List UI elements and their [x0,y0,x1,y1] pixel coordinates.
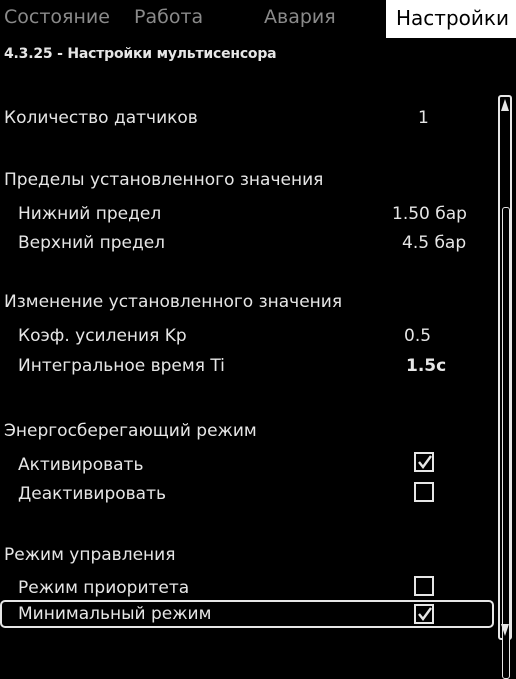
ti-value[interactable]: 1.5с [406,356,446,376]
scroll-down-arrow-icon[interactable] [501,624,509,636]
page-title: 4.3.25 - Настройки мультисенсора [4,46,277,62]
scrollbar[interactable] [498,95,512,679]
minimal-mode-row[interactable]: Минимальный режим [0,600,494,628]
upper-limit-value[interactable]: 4.5 бар [402,233,466,253]
lower-limit-value[interactable]: 1.50 бар [392,204,467,224]
setpoint-change-header: Изменение установленного значения [4,292,343,312]
scroll-thumb[interactable] [502,207,510,679]
activate-checkbox[interactable] [414,452,434,472]
setpoint-limits-header: Пределы установленного значения [4,170,324,190]
scroll-up-arrow-icon[interactable] [501,99,509,111]
tab-status[interactable]: Состояние [4,6,110,28]
upper-limit-label: Верхний предел [18,233,166,253]
activate-label: Активировать [18,455,144,475]
control-mode-header: Режим управления [4,545,176,565]
tab-operation[interactable]: Работа [134,6,203,28]
priority-mode-label: Режим приоритета [18,578,190,598]
tab-alarm[interactable]: Авария [264,6,336,28]
tab-settings[interactable]: Настройки [386,0,516,38]
sensor-count-label: Количество датчиков [4,108,198,128]
sensor-count-value[interactable]: 1 [418,108,429,128]
ti-label: Интегральное время Ti [18,356,225,376]
lower-limit-label: Нижний предел [18,204,162,224]
minimal-mode-checkbox[interactable] [414,604,434,624]
checkmark-icon [418,455,432,469]
priority-mode-checkbox[interactable] [414,576,434,596]
kp-value[interactable]: 0.5 [404,326,431,346]
deactivate-label: Деактивировать [18,484,166,504]
minimal-mode-label: Минимальный режим [18,604,212,624]
tab-bar: Состояние Работа Авария Настройки [0,0,516,38]
deactivate-checkbox[interactable] [414,482,434,502]
energy-saving-header: Энергосберегающий режим [4,421,257,441]
kp-label: Коэф. усиления Kp [18,326,187,346]
checkmark-icon [418,607,432,621]
